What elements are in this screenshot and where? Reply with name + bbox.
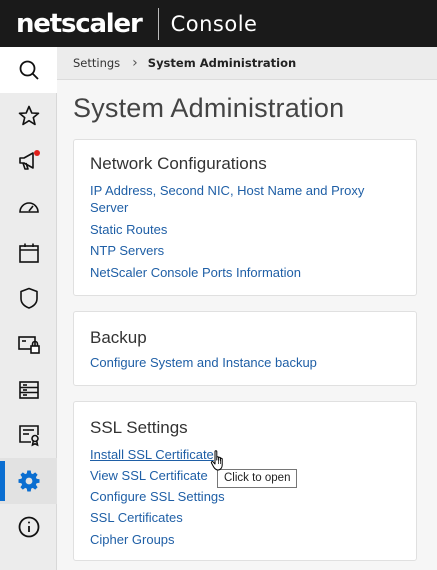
card-title: Backup — [90, 328, 147, 347]
card-title: Network Configurations — [90, 154, 267, 173]
link-install-ssl-certificate[interactable]: Install SSL Certificate — [90, 446, 214, 463]
breadcrumb: Settings › System Administration — [57, 47, 437, 80]
nav-settings[interactable] — [0, 458, 57, 504]
megaphone-icon — [18, 150, 40, 171]
breadcrumb-current: System Administration — [147, 56, 297, 70]
card-title: SSL Settings — [90, 418, 188, 437]
page-title: System Administration — [73, 93, 345, 123]
link-configure-ssl-settings[interactable]: Configure SSL Settings — [90, 488, 225, 505]
nav-calendar[interactable] — [0, 230, 57, 276]
link-ip-address-line1: IP Address, Second NIC, Host Name and Pr… — [90, 183, 365, 198]
link-ip-address[interactable]: IP Address, Second NIC, Host Name and Pr… — [90, 182, 364, 216]
calendar-icon — [18, 243, 39, 263]
shield-icon — [19, 287, 38, 310]
link-view-ssl-certificate[interactable]: View SSL Certificate — [90, 467, 208, 484]
link-static-routes[interactable]: Static Routes — [90, 221, 167, 238]
brand-logo[interactable]: netscaler — [16, 9, 143, 39]
nav-announcements[interactable] — [0, 138, 57, 184]
link-ip-address-line2: Server — [90, 200, 129, 215]
card-network-configurations: Network Configurations IP Address, Secon… — [73, 139, 417, 296]
nav-certificates[interactable] — [0, 413, 57, 459]
certificate-icon — [18, 425, 39, 447]
chevron-right-icon: › — [132, 55, 138, 71]
tooltip: Click to open — [217, 469, 298, 488]
gauge-icon — [18, 202, 39, 213]
nav-secure-access[interactable] — [0, 321, 57, 367]
nav-dashboard[interactable] — [0, 184, 57, 230]
hand-cursor-icon — [210, 450, 223, 471]
link-cipher-groups[interactable]: Cipher Groups — [90, 531, 175, 548]
nav-search[interactable] — [0, 47, 57, 93]
header-divider — [157, 7, 159, 40]
link-ntp-servers[interactable]: NTP Servers — [90, 242, 164, 259]
top-bar: netscaler Console — [0, 0, 437, 47]
nav-favorites[interactable] — [0, 93, 57, 139]
link-ports-information[interactable]: NetScaler Console Ports Information — [90, 264, 301, 281]
product-name: Console — [170, 11, 258, 36]
server-list-icon — [18, 380, 39, 399]
link-ssl-certificates[interactable]: SSL Certificates — [90, 509, 183, 526]
info-icon — [18, 516, 39, 538]
star-icon — [18, 105, 39, 125]
gear-icon — [18, 470, 39, 492]
link-configure-backup[interactable]: Configure System and Instance backup — [90, 354, 317, 371]
breadcrumb-settings[interactable]: Settings — [73, 56, 120, 70]
left-nav — [0, 47, 57, 570]
main-content: System Administration Network Configurat… — [57, 80, 437, 570]
nav-security[interactable] — [0, 275, 57, 321]
search-icon — [19, 60, 39, 80]
card-backup: Backup Configure System and Instance bac… — [73, 311, 417, 386]
secure-device-icon — [17, 336, 40, 354]
nav-infrastructure[interactable] — [0, 367, 57, 413]
nav-help[interactable] — [0, 504, 57, 550]
